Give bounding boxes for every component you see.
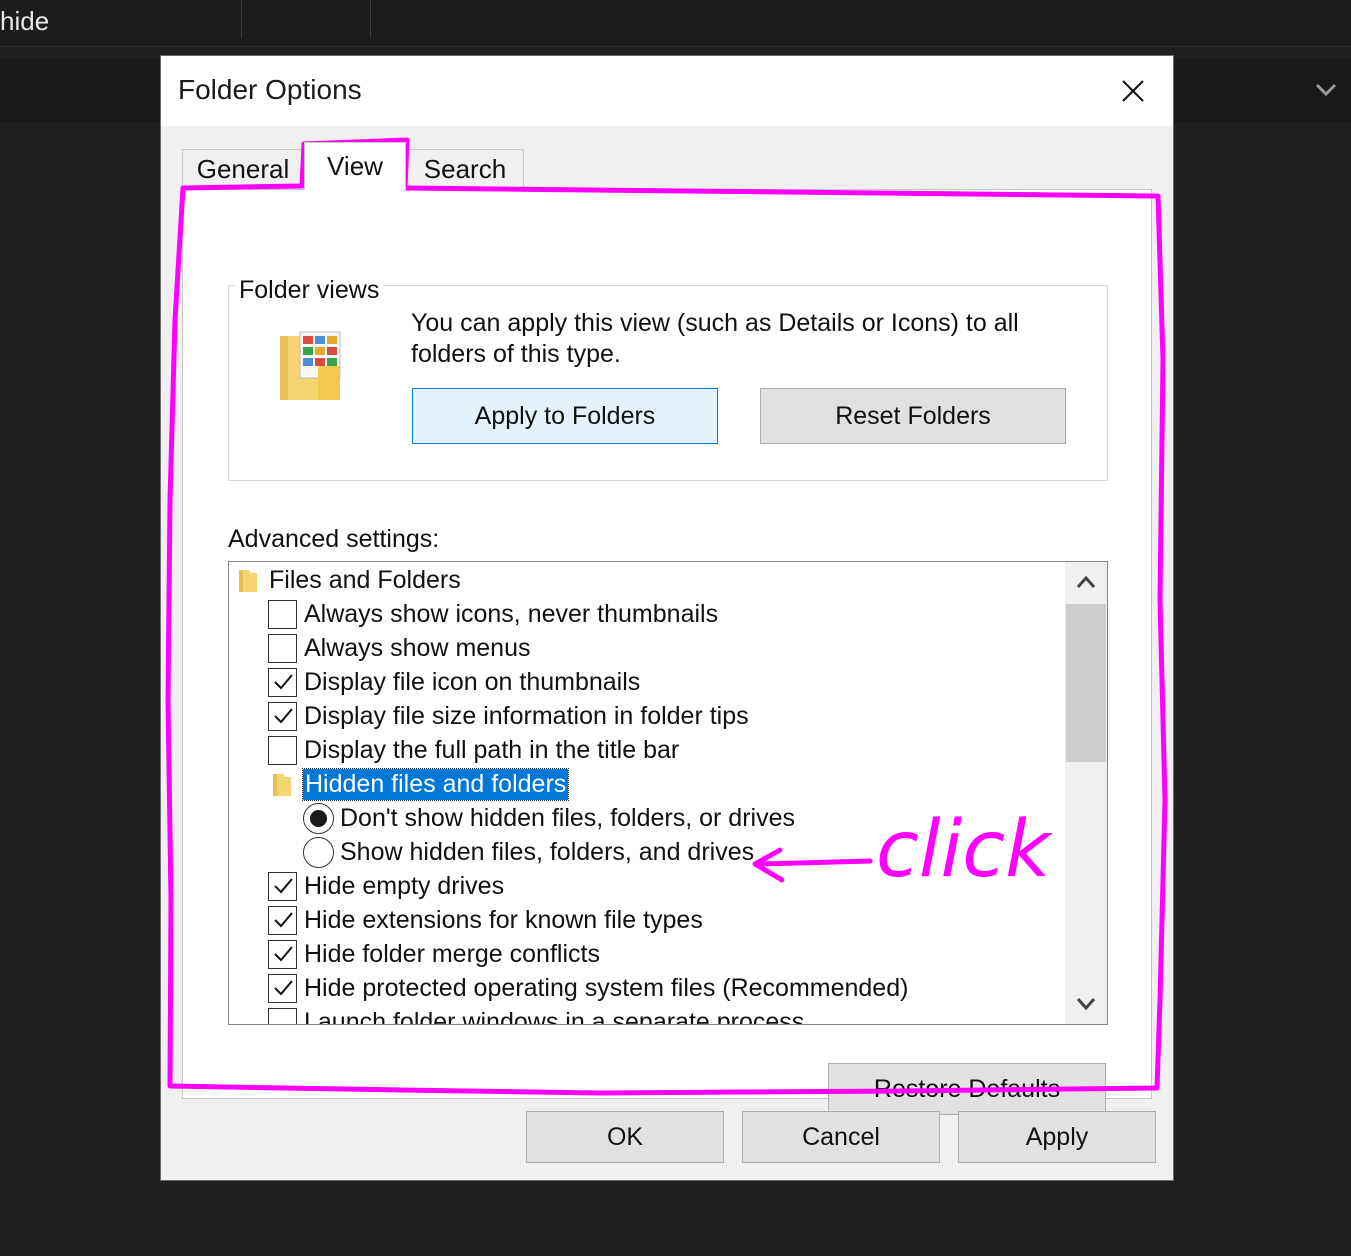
checkbox[interactable]	[268, 735, 297, 765]
checkbox-checked[interactable]	[268, 939, 297, 969]
scroll-down-button[interactable]	[1065, 984, 1107, 1024]
list-item-checkbox[interactable]: Hide extensions for known file types	[268, 903, 703, 937]
search-text[interactable]: hide	[0, 6, 49, 37]
list-item-label: Display the full path in the title bar	[304, 735, 680, 764]
restore-defaults-button[interactable]: Restore Defaults	[828, 1063, 1106, 1115]
list-item-checkbox[interactable]: Launch folder windows in a separate proc…	[268, 1005, 805, 1025]
folder-views-description: You can apply this view (such as Details…	[411, 309, 1019, 368]
cancel-button[interactable]: Cancel	[742, 1111, 940, 1163]
chevron-down-icon[interactable]	[1311, 74, 1341, 104]
advanced-settings-list[interactable]: Files and Folders Always show icons, nev…	[228, 561, 1108, 1025]
folder-views-label: Folder views	[235, 276, 384, 305]
folder-options-dialog: Folder Options General View Search Folde…	[161, 56, 1173, 1180]
checkbox[interactable]	[268, 1007, 297, 1024]
folder-icon	[273, 774, 291, 796]
close-button[interactable]	[1093, 56, 1173, 126]
radio-button[interactable]	[303, 836, 334, 868]
list-item-checkbox[interactable]: Always show icons, never thumbnails	[268, 597, 718, 631]
tab-general[interactable]: General	[182, 149, 304, 189]
list-item-label: Display file size information in folder …	[304, 701, 749, 730]
checkbox[interactable]	[268, 633, 297, 663]
advanced-settings-label: Advanced settings:	[228, 525, 440, 553]
apply-button[interactable]: Apply	[958, 1111, 1156, 1163]
list-item-radio[interactable]: Show hidden files, folders, and drives	[303, 835, 754, 869]
checkbox-checked[interactable]	[268, 667, 297, 697]
list-item-checkbox[interactable]: Display file size information in folder …	[268, 699, 749, 733]
apply-to-folders-button[interactable]: Apply to Folders	[412, 388, 718, 444]
list-item-label: Always show icons, never thumbnails	[304, 599, 719, 628]
chevron-up-icon	[1076, 575, 1096, 588]
list-item-label: Files and Folders	[269, 565, 461, 594]
reset-folders-button[interactable]: Reset Folders	[760, 388, 1066, 444]
close-icon	[1122, 80, 1144, 102]
list-item-label-selected: Hidden files and folders	[301, 767, 570, 801]
radio-button-checked[interactable]	[303, 802, 334, 834]
folder-icon	[239, 570, 257, 592]
divider	[370, 0, 371, 38]
list-item-label: Display file icon on thumbnails	[304, 667, 641, 696]
ok-button[interactable]: OK	[526, 1111, 724, 1163]
checkbox-checked[interactable]	[268, 701, 297, 731]
list-item-label: Hide folder merge conflicts	[304, 939, 600, 968]
list-item-label: Launch folder windows in a separate proc…	[304, 1007, 805, 1025]
title-bar: Folder Options	[161, 56, 1173, 126]
list-item-files-and-folders[interactable]: Files and Folders	[237, 563, 461, 597]
list-item-checkbox[interactable]: Hide empty drives	[268, 869, 504, 903]
list-item-label: Don't show hidden files, folders, or dri…	[340, 803, 795, 832]
list-item-label: Hide protected operating system files (R…	[304, 973, 909, 1002]
explorer-search-bar	[0, 0, 1351, 47]
dialog-title: Folder Options	[178, 74, 362, 105]
list-item-label: Show hidden files, folders, and drives	[340, 837, 755, 866]
checkmark-icon	[273, 878, 293, 894]
divider	[241, 0, 242, 38]
view-tab-panel: Folder views You can apply this view (su…	[182, 189, 1152, 1115]
radio-dot	[310, 809, 327, 827]
tab-search[interactable]: Search	[406, 149, 524, 189]
list-item-checkbox[interactable]: Display file icon on thumbnails	[268, 665, 640, 699]
checkmark-icon	[273, 946, 293, 962]
list-item-radio[interactable]: Don't show hidden files, folders, or dri…	[303, 801, 795, 835]
list-item-checkbox[interactable]: Always show menus	[268, 631, 530, 665]
checkbox[interactable]	[268, 599, 297, 629]
checkbox-checked[interactable]	[268, 973, 297, 1003]
list-item-hidden-files-and-folders[interactable]: Hidden files and folders	[271, 767, 570, 801]
checkbox-checked[interactable]	[268, 905, 297, 935]
checkmark-icon	[273, 912, 293, 928]
checkbox-checked[interactable]	[268, 871, 297, 901]
folder-views-icon	[280, 331, 341, 400]
list-item-checkbox[interactable]: Display the full path in the title bar	[268, 733, 679, 767]
list-item-label: Hide empty drives	[304, 871, 505, 900]
scrollbar-thumb[interactable]	[1066, 604, 1106, 762]
list-item-checkbox[interactable]: Hide protected operating system files (R…	[268, 971, 908, 1005]
checkmark-icon	[273, 674, 293, 690]
scroll-up-button[interactable]	[1065, 562, 1107, 602]
tab-view[interactable]: View	[304, 142, 406, 190]
checkmark-icon	[273, 980, 293, 996]
chevron-down-icon	[1076, 998, 1096, 1011]
list-item-checkbox[interactable]: Hide folder merge conflicts	[268, 937, 600, 971]
checkmark-icon	[273, 708, 293, 724]
list-item-label: Hide extensions for known file types	[304, 905, 703, 934]
list-item-label: Always show menus	[304, 633, 531, 662]
vertical-scrollbar[interactable]	[1065, 562, 1107, 1024]
